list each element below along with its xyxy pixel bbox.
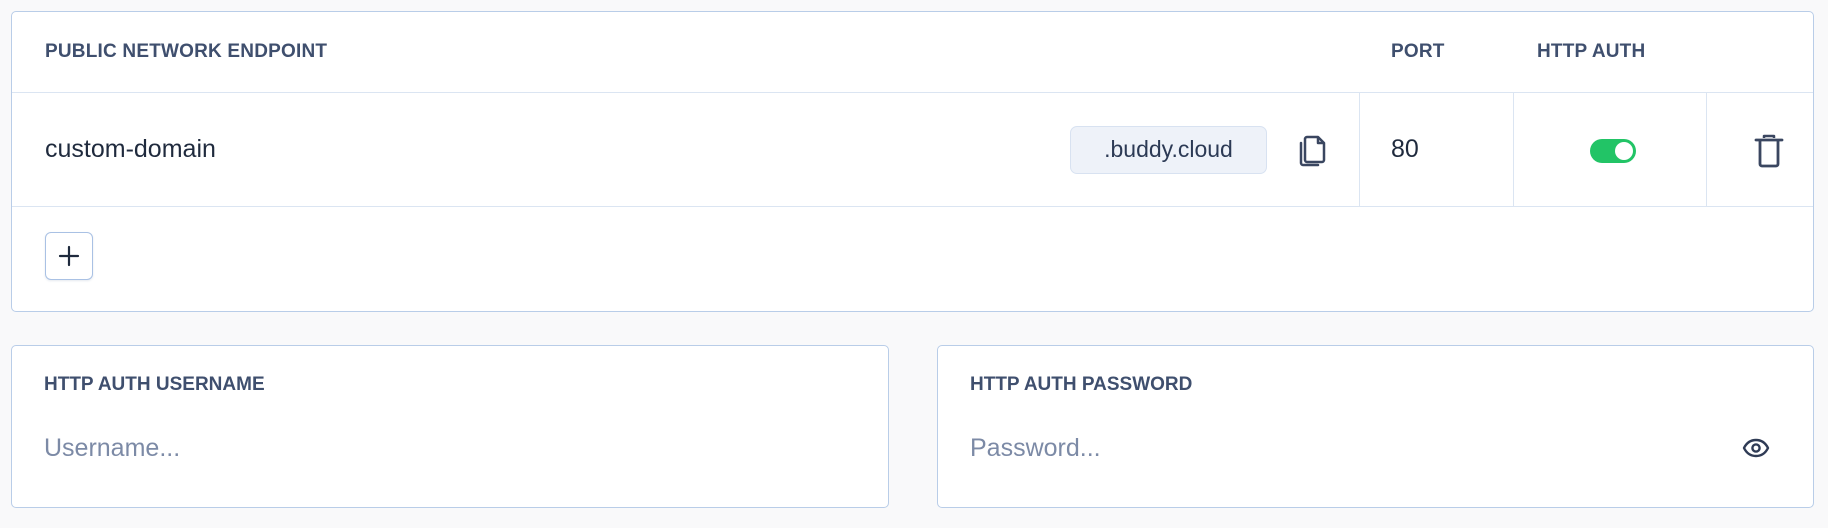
password-input[interactable] xyxy=(970,428,1710,468)
endpoint-subdomain[interactable]: custom-domain xyxy=(45,135,216,164)
password-label: HTTP AUTH PASSWORD xyxy=(970,374,1193,395)
delete-button[interactable] xyxy=(1751,129,1787,173)
plus-icon xyxy=(58,245,80,267)
row-divider xyxy=(12,206,1813,207)
toggle-knob xyxy=(1615,142,1633,160)
header-port: PORT xyxy=(1391,41,1445,62)
port-value[interactable]: 80 xyxy=(1391,135,1419,164)
column-divider xyxy=(1513,92,1514,206)
endpoints-table: PUBLIC NETWORK ENDPOINT PORT HTTP AUTH c… xyxy=(11,11,1814,312)
eye-icon xyxy=(1742,438,1770,458)
header-http-auth: HTTP AUTH xyxy=(1537,41,1646,62)
http-auth-toggle[interactable] xyxy=(1590,139,1636,163)
header-divider xyxy=(12,92,1813,93)
header-public-network-endpoint: PUBLIC NETWORK ENDPOINT xyxy=(45,41,328,62)
copy-button[interactable] xyxy=(1293,131,1329,171)
username-label: HTTP AUTH USERNAME xyxy=(44,374,265,395)
username-input[interactable] xyxy=(44,428,804,468)
column-divider xyxy=(1706,92,1707,206)
trash-icon xyxy=(1754,134,1784,168)
domain-suffix-badge: .buddy.cloud xyxy=(1070,126,1267,174)
http-auth-password-panel: HTTP AUTH PASSWORD xyxy=(937,345,1814,508)
add-endpoint-button[interactable] xyxy=(45,232,93,280)
reveal-password-button[interactable] xyxy=(1738,430,1774,466)
copy-icon xyxy=(1299,135,1326,167)
column-divider xyxy=(1359,92,1360,206)
http-auth-username-panel: HTTP AUTH USERNAME xyxy=(11,345,889,508)
